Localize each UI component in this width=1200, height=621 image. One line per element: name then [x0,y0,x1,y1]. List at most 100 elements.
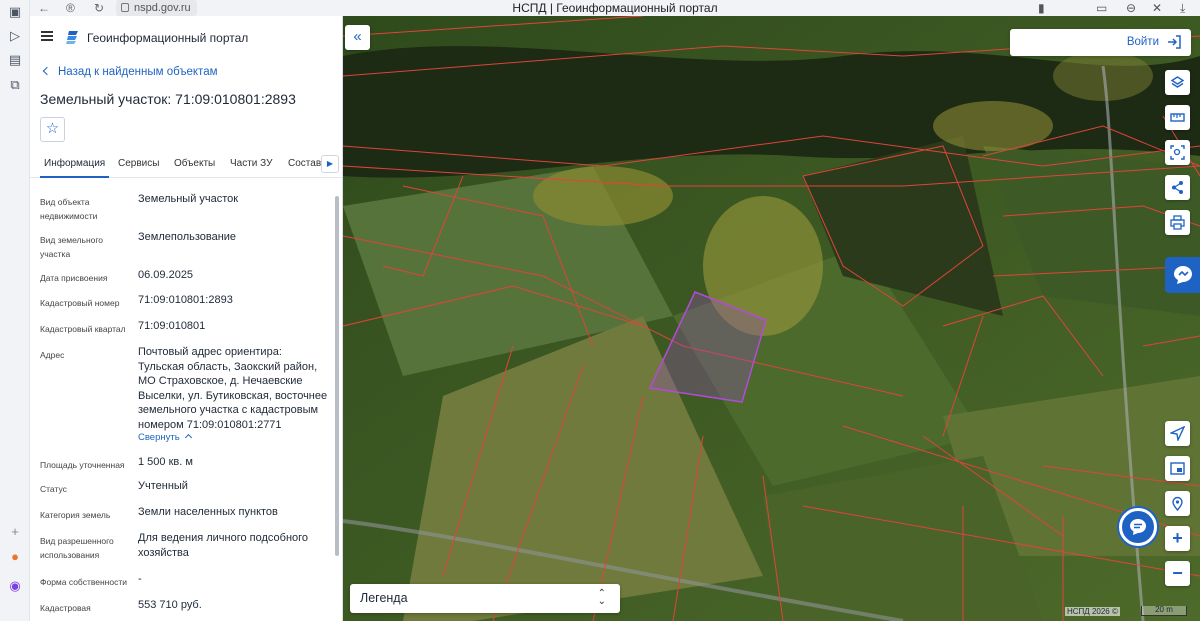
layers-button[interactable] [1165,70,1190,95]
share-button[interactable] [1165,175,1190,200]
favorite-button[interactable]: ☆ [40,117,65,142]
property-label: Адрес [40,350,65,360]
browser-tab-title: НСПД | Геоинформационный портал [512,1,718,15]
expand-collapse-icon: ⌃ ⌄ [597,588,606,607]
navigation-arrow-icon [1170,426,1185,441]
menu-icon[interactable] [41,31,53,41]
panel-header: Геоинформационный портал [30,16,342,60]
chat-bubble-icon [1174,266,1192,284]
assistant-side-tab[interactable] [1165,257,1200,293]
gallery-icon[interactable]: ▤ [7,52,23,68]
print-button[interactable] [1165,210,1190,235]
add-icon[interactable]: + [7,524,23,540]
property-label: Форма собственности [40,577,127,587]
property-label: Вид разрешенного использования [40,536,114,560]
download-icon[interactable]: ⤓ [1180,0,1185,16]
property-value: 71:09:010801:2893 [138,294,233,306]
play-icon[interactable]: ▷ [7,28,23,44]
chevron-left-icon [42,66,52,76]
bookmark-flag-icon[interactable]: ▮ [1038,0,1045,16]
property-value: Землепользование [138,231,237,243]
satellite-imagery [343,16,1200,621]
plus-icon: + [1172,528,1183,548]
property-label: Вид объекта недвижимости [40,197,98,221]
chevron-up-icon [184,433,192,442]
layers-icon [1170,76,1185,88]
chat-icon [1130,519,1146,535]
legend-dropdown[interactable]: Легенда ⌃ ⌄ [350,584,620,613]
minus-icon: − [1172,563,1183,583]
property-label: Категория земель [40,510,111,520]
extension-icon[interactable]: ▭ [1096,0,1107,16]
url-text: nspd.gov.ru [134,2,191,14]
info-tabs: Информация Сервисы Объекты Части ЗУ Сост… [30,152,342,178]
tab-information[interactable]: Информация [39,158,110,178]
property-label: Площадь уточненная [40,460,125,470]
map-scale-bar: 20 m [1141,606,1187,616]
property-value: Для ведения личного подсобного хозяйства [138,532,309,559]
property-value: Земельный участок [138,193,239,205]
panel-scrollbar[interactable] [335,196,339,556]
address-bar[interactable]: nspd.gov.ru [116,0,197,16]
chevron-right-icon: ▶ [326,159,334,168]
printer-icon [1170,215,1185,230]
mail-icon[interactable]: ● [7,549,23,565]
property-value: Учтенный [138,480,188,492]
tab-services[interactable]: Сервисы [118,158,159,169]
assistant-icon[interactable]: ◉ [7,578,23,594]
scale-label: 20 m [1155,605,1173,614]
property-label: Статус [40,484,67,494]
back-to-results-link[interactable]: Назад к найденным объектам [42,66,218,78]
browser-toolbar: ← ® ↻ НСПД | Геоинформационный портал ns… [30,0,1200,16]
browser-sidebar: ▣ ▷ ▤ ⧉ + ● ◉ [0,0,30,621]
bookmark-icon[interactable]: ⧉ [7,77,23,93]
object-info-panel: Геоинформационный портал Назад к найденн… [30,16,343,621]
legend-label: Легенда [360,591,408,605]
protect-icon[interactable]: ⊖ [1126,0,1136,16]
location-pin-icon [1172,496,1183,511]
chat-button[interactable] [1119,508,1157,546]
ruler-button[interactable] [1165,105,1190,130]
portal-logo-icon [66,31,78,44]
lock-icon [121,3,129,12]
copyright-text: НСПД 2026 © [1065,607,1120,616]
minimap-icon [1170,462,1185,475]
login-label: Войти [1126,36,1159,48]
minimap-button[interactable] [1165,456,1190,481]
property-label: Кадастровая [40,603,91,613]
property-label: Кадастровый номер [40,298,120,308]
tabs-scroll-right-button[interactable]: ▶ [321,155,339,173]
tab-parts[interactable]: Части ЗУ [230,158,272,169]
extension2-icon[interactable]: ✕ [1152,0,1162,16]
star-icon: ☆ [45,120,60,137]
zoom-out-button[interactable]: − [1165,561,1190,586]
portal-name: Геоинформационный портал [87,31,249,45]
property-value: - [138,573,142,585]
collapse-address-link[interactable]: Свернуть [138,432,192,443]
tabs-icon[interactable]: ▣ [7,4,23,20]
property-label: Дата присвоения [40,273,108,283]
property-label: Вид земельного участка [40,235,104,259]
property-value: Почтовый адрес ориентира: Тульская облас… [138,346,328,431]
ruler-icon [1170,113,1185,122]
share-icon [1172,181,1183,194]
property-value: Земли населенных пунктов [138,506,278,518]
satellite-map[interactable]: « Войти + − Легенда ⌃ ⌄ НСПД 2026 © 20 m [343,16,1200,621]
geolocation-button[interactable] [1165,421,1190,446]
back-link-label: Назад к найденным объектам [58,66,218,78]
login-button[interactable]: Войти [1010,29,1191,56]
tab-composition[interactable]: Состав [288,158,321,169]
object-title: Земельный участок: 71:09:010801:2893 [40,91,296,107]
property-value: 06.09.2025 [138,269,194,281]
collapse-panel-button[interactable]: « [345,25,370,50]
tab-objects[interactable]: Объекты [174,158,215,169]
zoom-in-button[interactable]: + [1165,526,1190,551]
double-chevron-left-icon: « [353,28,362,45]
area-select-button[interactable] [1165,140,1190,165]
login-arrow-icon [1168,35,1181,49]
location-search-button[interactable] [1165,491,1190,516]
property-value: 1 500 кв. м [138,456,193,468]
property-label: Кадастровый квартал [40,324,126,334]
select-search-icon [1170,145,1185,160]
property-value: 71:09:010801 [138,320,206,332]
